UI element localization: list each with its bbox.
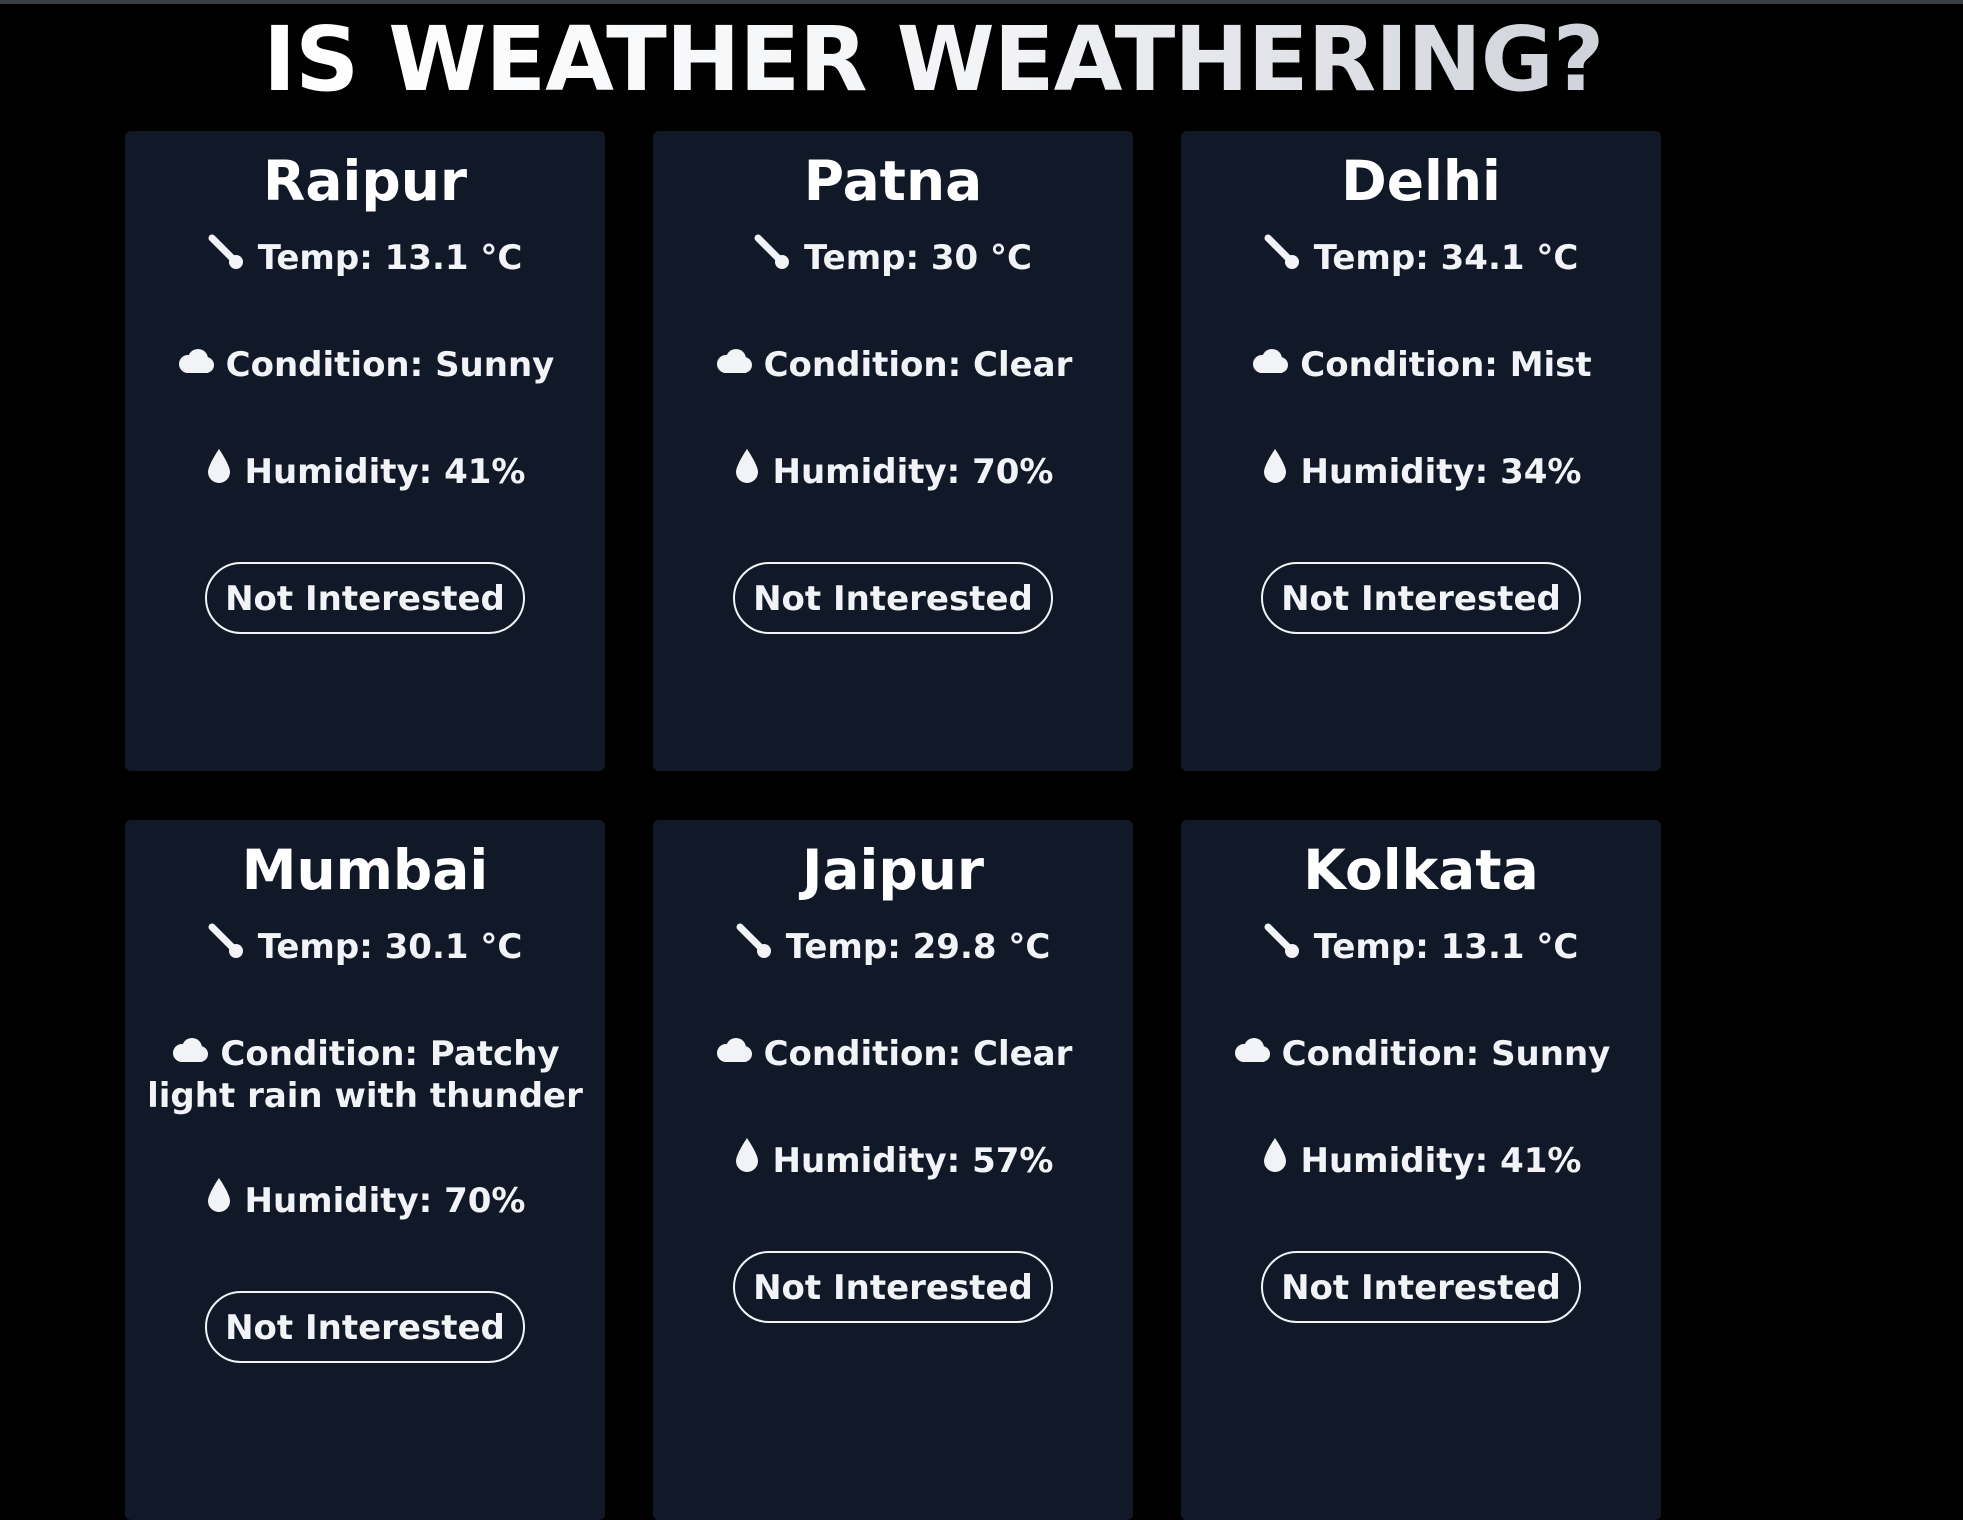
- droplet-icon: [733, 447, 761, 494]
- thermometer-icon: [1264, 234, 1302, 279]
- cloud-icon: [714, 1033, 752, 1073]
- humidity-text: Humidity: 41%: [1300, 1140, 1582, 1181]
- city-card-raipur: Raipur Temp: 13.1 °C Condition: Sunny Hu…: [125, 131, 605, 771]
- temperature-row: Temp: 29.8 °C: [653, 923, 1133, 971]
- temperature-text: Temp: 30 °C: [803, 238, 1033, 278]
- temperature-text: Temp: 34.1 °C: [1313, 238, 1579, 278]
- thermometer-icon: [736, 923, 774, 968]
- humidity-row: Humidity: 70%: [653, 447, 1133, 497]
- condition-text: Condition: Clear: [763, 345, 1073, 385]
- cloud-icon: [714, 344, 752, 384]
- not-interested-button[interactable]: Not Interested: [1261, 561, 1581, 634]
- condition-row: Condition: Clear: [653, 345, 1133, 387]
- not-interested-button[interactable]: Not Interested: [1261, 1250, 1581, 1323]
- temperature-text: Temp: 29.8 °C: [785, 927, 1051, 967]
- humidity-row: Humidity: 41%: [125, 447, 605, 497]
- condition-row: Condition: Patchy light rain with thunde…: [125, 1034, 605, 1116]
- temperature-row: Temp: 34.1 °C: [1181, 234, 1661, 282]
- not-interested-button[interactable]: Not Interested: [205, 561, 525, 634]
- humidity-text: Humidity: 70%: [244, 1180, 526, 1221]
- droplet-icon: [205, 447, 233, 494]
- cloud-icon: [176, 344, 214, 384]
- condition-text: Condition: Patchy light rain with thunde…: [147, 1034, 583, 1116]
- page-title: IS WEATHER WEATHERING?: [263, 4, 1604, 114]
- condition-row: Condition: Sunny: [1181, 1034, 1661, 1076]
- city-card-patna: Patna Temp: 30 °C Condition: Clear Humid…: [653, 131, 1133, 771]
- condition-text: Condition: Sunny: [1281, 1034, 1611, 1074]
- city-card-grid: Raipur Temp: 13.1 °C Condition: Sunny Hu…: [125, 131, 1661, 1520]
- droplet-icon: [205, 1176, 233, 1223]
- humidity-row: Humidity: 57%: [653, 1136, 1133, 1186]
- not-interested-button[interactable]: Not Interested: [733, 1250, 1053, 1323]
- humidity-row: Humidity: 34%: [1181, 447, 1661, 497]
- cloud-icon: [1250, 344, 1289, 384]
- not-interested-button[interactable]: Not Interested: [205, 1290, 525, 1363]
- humidity-text: Humidity: 70%: [772, 451, 1054, 492]
- temperature-row: Temp: 13.1 °C: [1181, 923, 1661, 971]
- temperature-row: Temp: 13.1 °C: [125, 234, 605, 282]
- humidity-text: Humidity: 57%: [772, 1140, 1054, 1181]
- city-name: Jaipur: [801, 838, 985, 902]
- city-name: Mumbai: [241, 838, 489, 902]
- city-name: Kolkata: [1303, 838, 1539, 902]
- city-name: Patna: [803, 149, 983, 213]
- humidity-row: Humidity: 70%: [125, 1176, 605, 1226]
- condition-row: Condition: Sunny: [125, 345, 605, 387]
- temperature-text: Temp: 13.1 °C: [1313, 927, 1579, 967]
- droplet-icon: [1261, 447, 1289, 494]
- city-card-kolkata: Kolkata Temp: 13.1 °C Condition: Sunny H…: [1181, 820, 1661, 1520]
- droplet-icon: [1261, 1136, 1289, 1183]
- not-interested-button[interactable]: Not Interested: [733, 561, 1053, 634]
- condition-row: Condition: Mist: [1181, 345, 1661, 387]
- temperature-row: Temp: 30 °C: [653, 234, 1133, 282]
- city-card-jaipur: Jaipur Temp: 29.8 °C Condition: Clear Hu…: [653, 820, 1133, 1520]
- city-card-delhi: Delhi Temp: 34.1 °C Condition: Mist Humi…: [1181, 131, 1661, 771]
- humidity-text: Humidity: 34%: [1300, 451, 1582, 492]
- city-card-mumbai: Mumbai Temp: 30.1 °C Condition: Patchy l…: [125, 820, 605, 1520]
- temperature-text: Temp: 30.1 °C: [257, 927, 523, 967]
- cloud-icon: [1232, 1033, 1270, 1073]
- condition-text: Condition: Mist: [1300, 345, 1592, 385]
- humidity-text: Humidity: 41%: [244, 451, 526, 492]
- droplet-icon: [733, 1136, 761, 1183]
- city-name: Delhi: [1341, 149, 1501, 213]
- thermometer-icon: [208, 234, 246, 279]
- temperature-row: Temp: 30.1 °C: [125, 923, 605, 971]
- thermometer-icon: [754, 234, 792, 279]
- city-name: Raipur: [263, 149, 467, 213]
- cloud-icon: [170, 1033, 209, 1073]
- thermometer-icon: [208, 923, 246, 968]
- temperature-text: Temp: 13.1 °C: [257, 238, 523, 278]
- thermometer-icon: [1264, 923, 1302, 968]
- humidity-row: Humidity: 41%: [1181, 1136, 1661, 1186]
- condition-row: Condition: Clear: [653, 1034, 1133, 1076]
- condition-text: Condition: Sunny: [225, 345, 555, 385]
- condition-text: Condition: Clear: [763, 1034, 1073, 1074]
